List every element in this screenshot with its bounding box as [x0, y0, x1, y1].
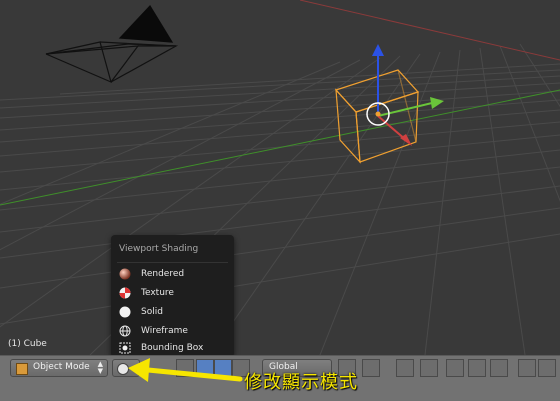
annotation-text: 修改顯示模式 [244, 372, 358, 393]
annotation-arrow [128, 358, 243, 382]
